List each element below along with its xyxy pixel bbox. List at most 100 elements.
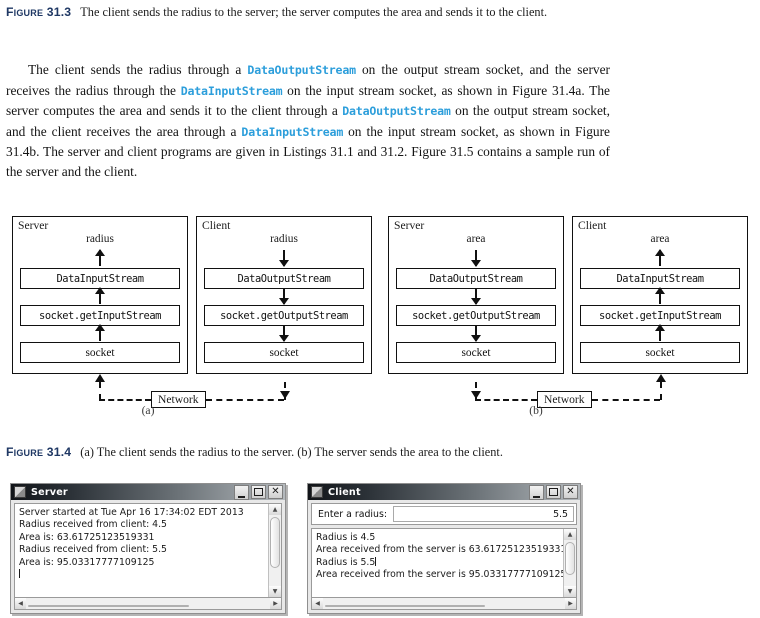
sublabel-a: (a) [141, 404, 155, 417]
server-window-body: Server started at Tue Apr 16 17:34:02 ED… [11, 500, 285, 613]
diagram-box-socket-stream: socket.getOutputStream [204, 305, 364, 326]
figure-31-3-label: Figure 31.3 [6, 5, 72, 19]
scroll-thumb[interactable] [28, 604, 190, 607]
client-horizontal-scrollbar[interactable]: ◀ ▶ [311, 598, 577, 610]
panel-title: Server [394, 219, 425, 232]
diagram-box-stream: DataOutputStream [204, 268, 364, 289]
figure-31-4-caption: Figure 31.4 (a) The client sends the radi… [6, 444, 746, 461]
client-console-line: Area received from the server is 63.6172… [316, 544, 563, 556]
diagram-panel-server-area: Server area DataOutputStream socket.getO… [388, 216, 564, 374]
server-console-wrap: Server started at Tue Apr 16 17:34:02 ED… [14, 503, 282, 598]
maximize-icon[interactable] [251, 485, 266, 499]
arrow-down [278, 288, 290, 305]
server-horizontal-scrollbar[interactable]: ◀ ▶ [14, 598, 282, 610]
radius-input[interactable]: 5.5 [393, 506, 574, 522]
panel-flow-label: area [466, 233, 486, 245]
client-window-title: Client [328, 486, 361, 498]
panel-flow-label: radius [270, 233, 298, 245]
client-console-line: Area received from the server is 95.0331… [316, 569, 563, 581]
sublabel-b: (b) [529, 404, 543, 417]
server-console-line: Area is: 63.61725123519331 [19, 531, 155, 543]
arrow-up [94, 249, 106, 266]
diagram-box-socket: socket [580, 342, 740, 363]
arrow-up [94, 324, 106, 341]
diagram-box-stream: DataInputStream [20, 268, 180, 289]
radius-field-row: Enter a radius: 5.5 [311, 503, 577, 525]
panel-title: Server [18, 219, 49, 232]
server-window-controls[interactable]: ✕ [234, 484, 283, 500]
client-console-wrap: Radius is 4.5 Area received from the ser… [311, 528, 577, 598]
arrow-down [470, 325, 482, 342]
diagram-panel-client-area: Client area DataInputStream socket.getIn… [572, 216, 748, 374]
close-icon[interactable]: ✕ [268, 485, 283, 499]
minimize-icon[interactable] [234, 484, 249, 500]
diagram-panel-server-radius: Server radius DataInputStream socket.get… [12, 216, 188, 374]
maximize-icon[interactable] [546, 485, 561, 499]
scroll-up-icon[interactable]: ▲ [269, 504, 281, 515]
scroll-left-icon[interactable]: ◀ [312, 598, 323, 609]
server-console-line: Radius received from client: 5.5 [19, 544, 167, 556]
network-line-a-horizontal-right [206, 399, 284, 401]
application-icon [311, 486, 323, 498]
diagram-box-stream: DataOutputStream [396, 268, 556, 289]
figure-31-3-caption: Figure 31.3 The client sends the radius t… [6, 4, 636, 21]
client-window-body: Enter a radius: 5.5 Radius is 4.5 Area r… [308, 500, 580, 613]
diagram-box-socket-stream: socket.getOutputStream [396, 305, 556, 326]
close-icon[interactable]: ✕ [563, 485, 578, 499]
server-window-title: Server [31, 486, 68, 498]
server-console-output[interactable]: Server started at Tue Apr 16 17:34:02 ED… [15, 504, 268, 597]
scroll-thumb[interactable] [270, 517, 280, 569]
network-arrowhead-b-right [656, 374, 666, 382]
diagram-box-socket-stream: socket.getInputStream [580, 305, 740, 326]
client-window[interactable]: Client ✕ Enter a radius: 5.5 Radius is 4… [307, 483, 581, 614]
client-window-controls[interactable]: ✕ [529, 484, 578, 500]
scroll-left-icon[interactable]: ◀ [15, 598, 26, 609]
network-arrowhead-b-left [471, 391, 481, 399]
scroll-down-icon[interactable]: ▼ [269, 586, 281, 597]
server-vertical-scrollbar[interactable]: ▲ ▼ [268, 504, 281, 597]
client-vertical-scrollbar[interactable]: ▲ ▼ [563, 529, 576, 597]
figure-31-4-diagram: Server radius DataInputStream socket.get… [0, 214, 760, 420]
figure-31-4-label: Figure 31.4 [6, 445, 72, 459]
diagram-box-socket: socket [396, 342, 556, 363]
arrow-down [470, 288, 482, 305]
client-console-line: Radius is 5.5 [316, 556, 376, 568]
client-window-titlebar[interactable]: Client ✕ [308, 484, 580, 500]
scroll-right-icon[interactable]: ▶ [270, 598, 281, 609]
scroll-track[interactable] [564, 540, 576, 586]
scroll-up-icon[interactable]: ▲ [564, 529, 576, 540]
arrow-down [470, 250, 482, 267]
text-caret [375, 556, 377, 566]
figure-31-4-caption-text: (a) The client sends the radius to the s… [80, 445, 503, 459]
paragraph-seg-1: The client sends the radius through a [28, 62, 248, 77]
panel-flow-label: area [650, 233, 670, 245]
scroll-thumb[interactable] [325, 604, 485, 607]
server-console-line: Server started at Tue Apr 16 17:34:02 ED… [19, 507, 244, 518]
diagram-box-socket: socket [20, 342, 180, 363]
diagram-box-socket: socket [204, 342, 364, 363]
network-arrowhead-a-left [95, 374, 105, 382]
network-arrowhead-a-right [280, 391, 290, 399]
arrow-down [278, 250, 290, 267]
server-window-titlebar[interactable]: Server ✕ [11, 484, 285, 500]
network-line-b-horizontal-right [592, 399, 660, 401]
client-console-output[interactable]: Radius is 4.5 Area received from the ser… [312, 529, 563, 597]
scroll-thumb[interactable] [565, 542, 575, 576]
diagram-box-socket-stream: socket.getInputStream [20, 305, 180, 326]
arrow-up [654, 287, 666, 304]
application-icon [14, 486, 26, 498]
text-caret [19, 569, 20, 579]
server-console-line: Area is: 95.03317777109125 [19, 556, 155, 568]
network-line-b-horizontal-left [475, 399, 537, 401]
scroll-right-icon[interactable]: ▶ [565, 598, 576, 609]
arrow-up [654, 324, 666, 341]
radius-field-label: Enter a radius: [318, 508, 388, 520]
scroll-down-icon[interactable]: ▼ [564, 586, 576, 597]
figure-31-3-caption-text: The client sends the radius to the serve… [80, 5, 548, 19]
server-window[interactable]: Server ✕ Server started at Tue Apr 16 17… [10, 483, 286, 614]
minimize-icon[interactable] [529, 484, 544, 500]
network-line-a-horizontal-left [99, 399, 151, 401]
arrow-down [278, 325, 290, 342]
panel-flow-label: radius [86, 233, 114, 245]
scroll-track[interactable] [269, 515, 281, 586]
